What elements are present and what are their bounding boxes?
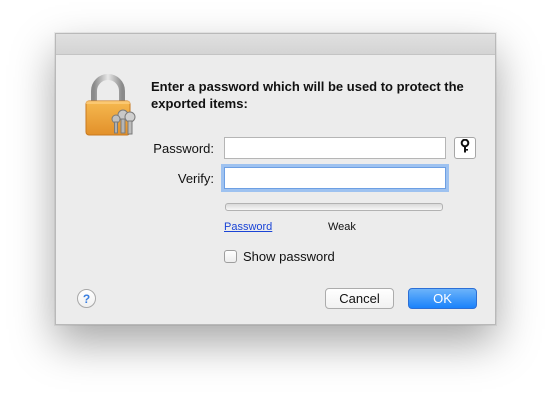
cancel-button[interactable]: Cancel xyxy=(325,288,394,309)
password-strength-meter xyxy=(225,203,443,211)
dialog-heading: Enter a password which will be used to p… xyxy=(151,79,464,111)
help-button[interactable]: ? xyxy=(77,289,96,308)
password-assistant-button[interactable] xyxy=(454,137,476,159)
password-field[interactable] xyxy=(224,137,446,159)
password-label: Password: xyxy=(153,141,214,156)
show-password-label[interactable]: Show password xyxy=(243,249,335,264)
password-strength-text: Weak xyxy=(328,221,356,233)
verify-field[interactable] xyxy=(224,167,446,189)
lock-with-keys-icon xyxy=(83,73,137,137)
dialog-titlebar xyxy=(56,34,495,55)
question-mark-icon: ? xyxy=(82,291,91,306)
screenshot-stage: Enter a password which will be used to p… xyxy=(0,0,552,407)
show-password-checkbox[interactable] xyxy=(224,250,237,263)
verify-label: Verify: xyxy=(177,171,214,186)
password-strength-link[interactable]: Password xyxy=(224,221,272,233)
key-icon xyxy=(460,138,470,158)
ok-button[interactable]: OK xyxy=(408,288,477,309)
export-password-dialog: Enter a password which will be used to p… xyxy=(55,33,496,325)
